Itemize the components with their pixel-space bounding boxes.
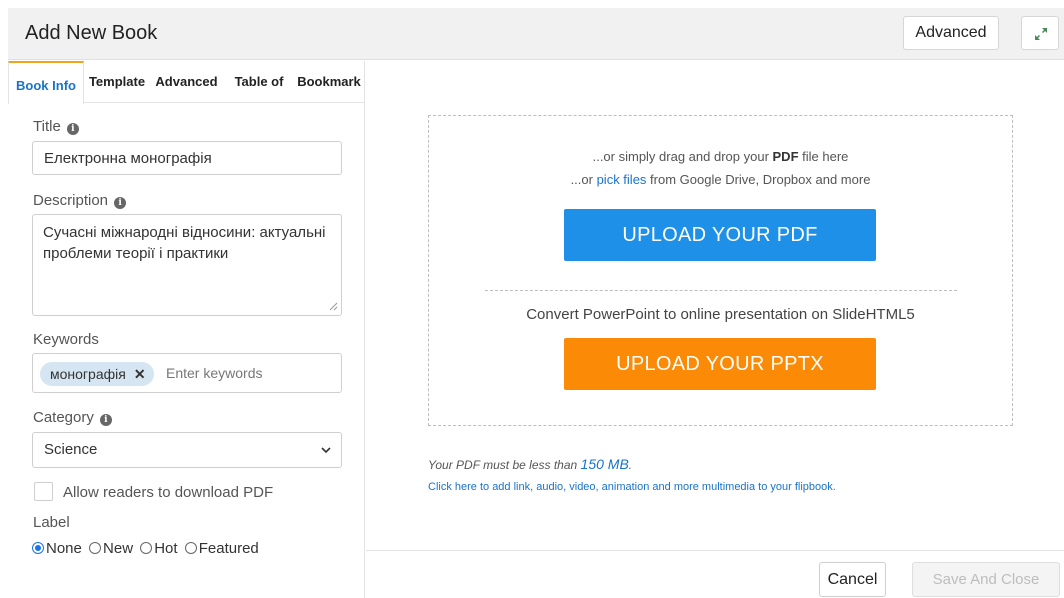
drag-bold: PDF [772,149,799,164]
description-textarea[interactable]: Сучасні міжнародні відносини: актуальні … [32,214,342,316]
radio-hot-text: Hot [154,540,178,557]
remove-keyword-icon[interactable]: ✕ [134,366,146,382]
description-label-text: Description [33,192,109,209]
expand-icon [1035,28,1047,40]
tab-template[interactable]: Template [87,61,147,103]
dropzone-divider [485,290,957,291]
keywords-label: Keywords [33,331,99,348]
radio-label-featured[interactable]: Featured [184,540,259,557]
radio-button[interactable] [89,542,102,554]
dialog-header: Add New Book Advanced [8,8,1064,60]
radio-new-text: New [103,540,134,557]
pick-files-hint: ...or pick files from Google Drive, Drop… [429,172,1012,187]
tab-book-info[interactable]: Book Info [8,61,84,104]
save-and-close-button[interactable]: Save And Close [912,562,1060,597]
cancel-button[interactable]: Cancel [819,562,886,597]
pick-files-link[interactable]: pick files [597,172,647,187]
size-note-suffix: . [628,458,633,472]
radio-button-selected[interactable] [32,542,44,554]
allow-download-label[interactable]: Allow readers to download PDF [63,484,273,501]
multimedia-link[interactable]: Click here to add link, audio, video, an… [428,481,836,493]
label-radio-group: None New Hot Featured [32,540,262,557]
upload-pdf-button[interactable]: UPLOAD YOUR PDF [564,209,876,261]
tab-advanced[interactable]: Advanced [151,61,222,103]
settings-tabs: Book Info Template Advanced Table of Boo… [8,61,364,104]
resize-grip-icon[interactable] [328,301,338,311]
upload-pptx-button[interactable]: UPLOAD YOUR PPTX [564,338,876,390]
keywords-placeholder[interactable]: Enter keywords [166,365,262,381]
size-limit-note: Your PDF must be less than 150 MB. [428,456,632,472]
radio-button[interactable] [184,542,197,554]
radio-label-new[interactable]: New [89,540,133,557]
category-value: Science [44,441,98,458]
dialog-title: Add New Book [25,22,158,44]
keywords-input[interactable]: монографія ✕ Enter keywords [32,353,342,393]
title-label: Title i [33,118,79,135]
radio-label-none[interactable]: None [32,540,82,557]
dialog-footer: Cancel Save And Close [366,550,1064,598]
description-label: Description i [33,192,127,209]
radio-featured-text: Featured [198,540,259,557]
tab-bookmark[interactable]: Bookmark [294,61,364,103]
drag-suffix: file here [798,149,849,164]
category-select[interactable]: Science [32,432,342,468]
expand-button[interactable] [1021,16,1059,50]
size-limit-value: 150 MB [580,456,629,472]
drag-prefix: ...or simply drag and drop your [592,149,773,164]
size-note-prefix: Your PDF must be less than [428,458,581,472]
convert-pptx-text: Convert PowerPoint to online presentatio… [526,306,915,323]
category-label-text: Category [33,409,94,426]
info-icon[interactable]: i [99,414,112,426]
radio-none-text: None [46,540,82,557]
radio-label-hot[interactable]: Hot [140,540,178,557]
pick-prefix: ...or [570,172,597,187]
pick-suffix: from Google Drive, Dropbox and more [646,172,871,187]
radio-button[interactable] [140,542,153,554]
label-heading: Label [33,514,70,531]
allow-download-checkbox[interactable] [34,482,53,501]
upload-dropzone[interactable]: ...or simply drag and drop your PDF file… [428,115,1013,426]
title-label-text: Title [33,118,61,135]
advanced-button[interactable]: Advanced [903,16,999,50]
keyword-chip: монографія ✕ [40,362,154,386]
info-icon[interactable]: i [114,197,127,209]
category-label: Category i [33,409,112,426]
tab-table-of-contents[interactable]: Table of [230,61,288,103]
keyword-chip-label: монографія [50,366,126,382]
info-icon[interactable]: i [66,123,79,135]
drag-drop-hint: ...or simply drag and drop your PDF file… [429,149,1012,164]
book-settings-panel: Book Info Template Advanced Table of Boo… [8,61,365,598]
title-input[interactable] [32,141,342,175]
chevron-down-icon [321,447,331,454]
